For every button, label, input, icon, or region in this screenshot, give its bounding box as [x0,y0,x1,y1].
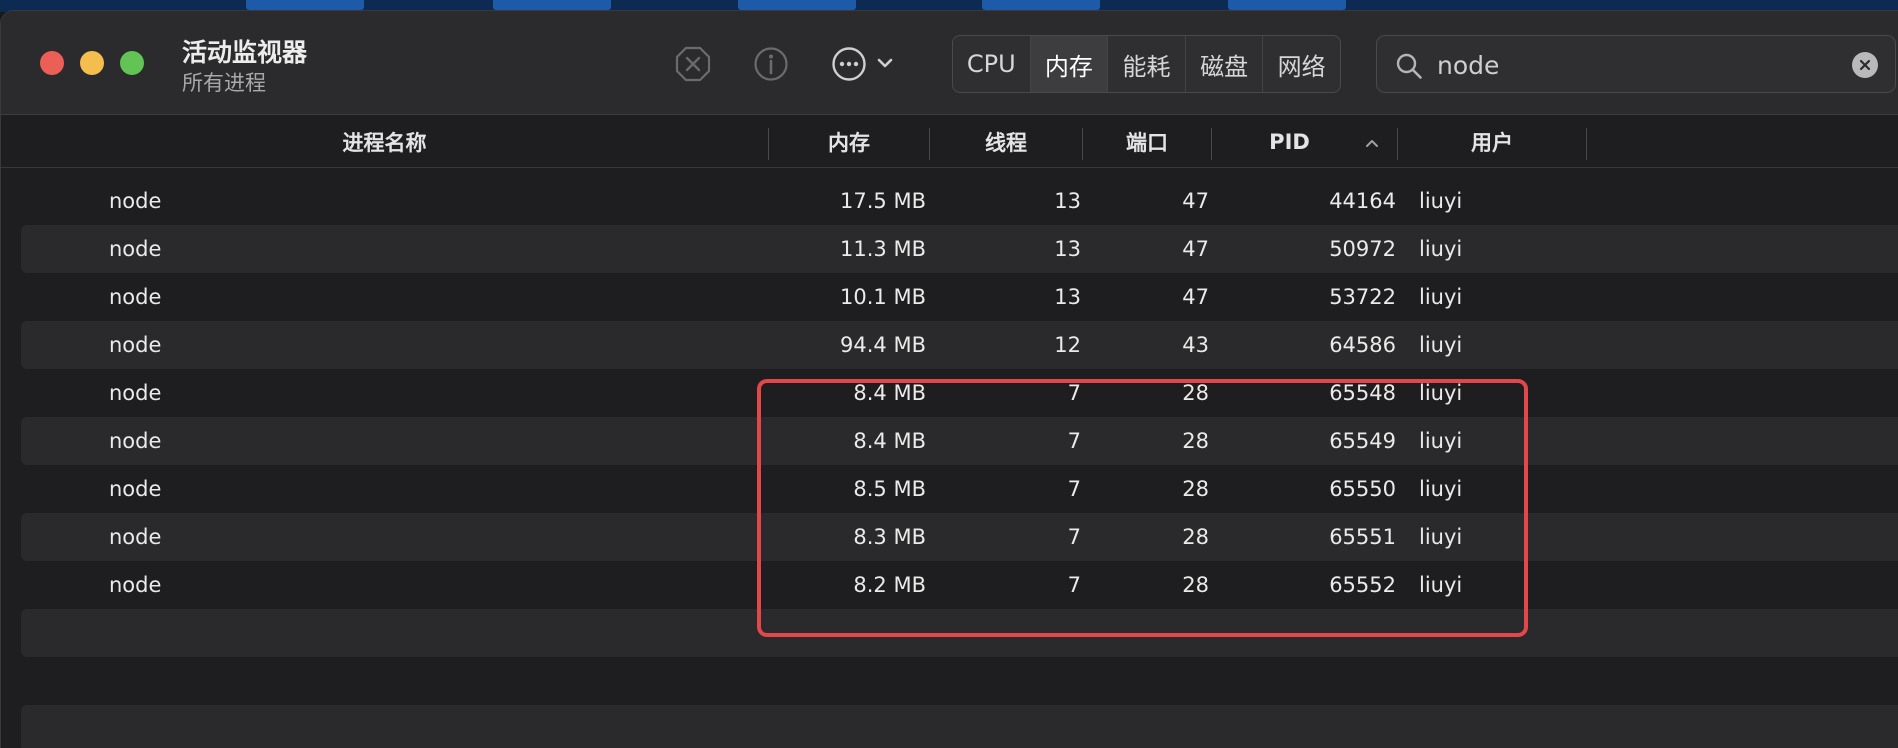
cell-process-name: node [109,525,162,549]
cell-pid: 64586 [1329,333,1396,357]
minimize-window-button[interactable] [80,51,104,75]
activity-monitor-window: 活动监视器 所有进程 CPU 内存 能耗 磁盘 网络 node 进程名称 内存 … [0,10,1898,748]
tab-energy[interactable]: 能耗 [1108,36,1186,92]
close-window-button[interactable] [40,51,64,75]
cell-memory: 17.5 MB [840,189,926,213]
annotation-highlight-box [757,379,1528,637]
cell-pid: 50972 [1329,237,1396,261]
tab-memory[interactable]: 内存 [1030,36,1109,92]
search-icon [1396,53,1422,79]
empty-row [21,705,1898,748]
cell-threads: 12 [1054,333,1081,357]
cell-ports: 47 [1182,237,1209,261]
desktop-tile [493,0,611,10]
cell-process-name: node [109,285,162,309]
toolbar: 活动监视器 所有进程 CPU 内存 能耗 磁盘 网络 node [1,11,1898,115]
more-actions-button[interactable] [830,44,906,84]
cell-user: liuyi [1419,333,1463,357]
cell-threads: 13 [1054,285,1081,309]
desktop-tile [982,0,1100,10]
window-title: 活动监视器 [182,38,308,67]
cell-user: liuyi [1419,237,1463,261]
info-icon[interactable] [751,44,791,84]
empty-row [21,657,1898,705]
cell-process-name: node [109,237,162,261]
zoom-window-button[interactable] [120,51,144,75]
cell-threads: 13 [1054,189,1081,213]
cell-process-name: node [109,477,162,501]
cell-threads: 13 [1054,237,1081,261]
desktop-tile [1228,0,1346,10]
category-tabs: CPU 内存 能耗 磁盘 网络 [952,35,1341,93]
sort-ascending-icon[interactable] [1364,135,1380,151]
chevron-down-icon [877,58,893,68]
clear-search-icon[interactable] [1852,52,1878,78]
table-header: 进程名称 内存 线程 端口 PID 用户 [1,116,1898,168]
cell-memory: 94.4 MB [840,333,926,357]
table-row[interactable]: node 94.4 MB 12 43 64586 liuyi [21,321,1898,369]
cell-ports: 43 [1182,333,1209,357]
column-header-pid[interactable]: PID [1212,116,1367,168]
table-row[interactable]: node 10.1 MB 13 47 53722 liuyi [21,273,1898,321]
search-input[interactable] [1437,46,1817,84]
cell-memory: 11.3 MB [840,237,926,261]
column-header-process-name[interactable]: 进程名称 [1,116,768,168]
more-actions-icon [832,47,866,81]
column-header-memory[interactable]: 内存 [769,116,929,168]
window-subtitle: 所有进程 [182,71,266,95]
cell-user: liuyi [1419,189,1463,213]
tab-disk[interactable]: 磁盘 [1186,36,1264,92]
column-header-user[interactable]: 用户 [1398,116,1586,168]
desktop-tile [738,0,856,10]
cell-process-name: node [109,381,162,405]
cell-process-name: node [109,333,162,357]
table-row[interactable]: node 11.3 MB 13 47 50972 liuyi [21,225,1898,273]
desktop-tile [246,0,364,10]
cell-memory: 10.1 MB [840,285,926,309]
search-field [1376,35,1896,93]
cell-user: liuyi [1419,285,1463,309]
cell-process-name: node [109,429,162,453]
cell-ports: 47 [1182,285,1209,309]
column-header-ports[interactable]: 端口 [1083,116,1211,168]
cell-pid: 53722 [1329,285,1396,309]
column-divider[interactable] [1586,128,1587,160]
tab-network[interactable]: 网络 [1263,36,1340,92]
cell-ports: 47 [1182,189,1209,213]
tab-cpu[interactable]: CPU [953,36,1031,92]
table-row[interactable]: node 17.5 MB 13 47 44164 liuyi [21,177,1898,225]
stop-process-icon[interactable] [673,44,713,84]
cell-process-name: node [109,189,162,213]
column-header-threads[interactable]: 线程 [930,116,1082,168]
cell-pid: 44164 [1329,189,1396,213]
cell-process-name: node [109,573,162,597]
